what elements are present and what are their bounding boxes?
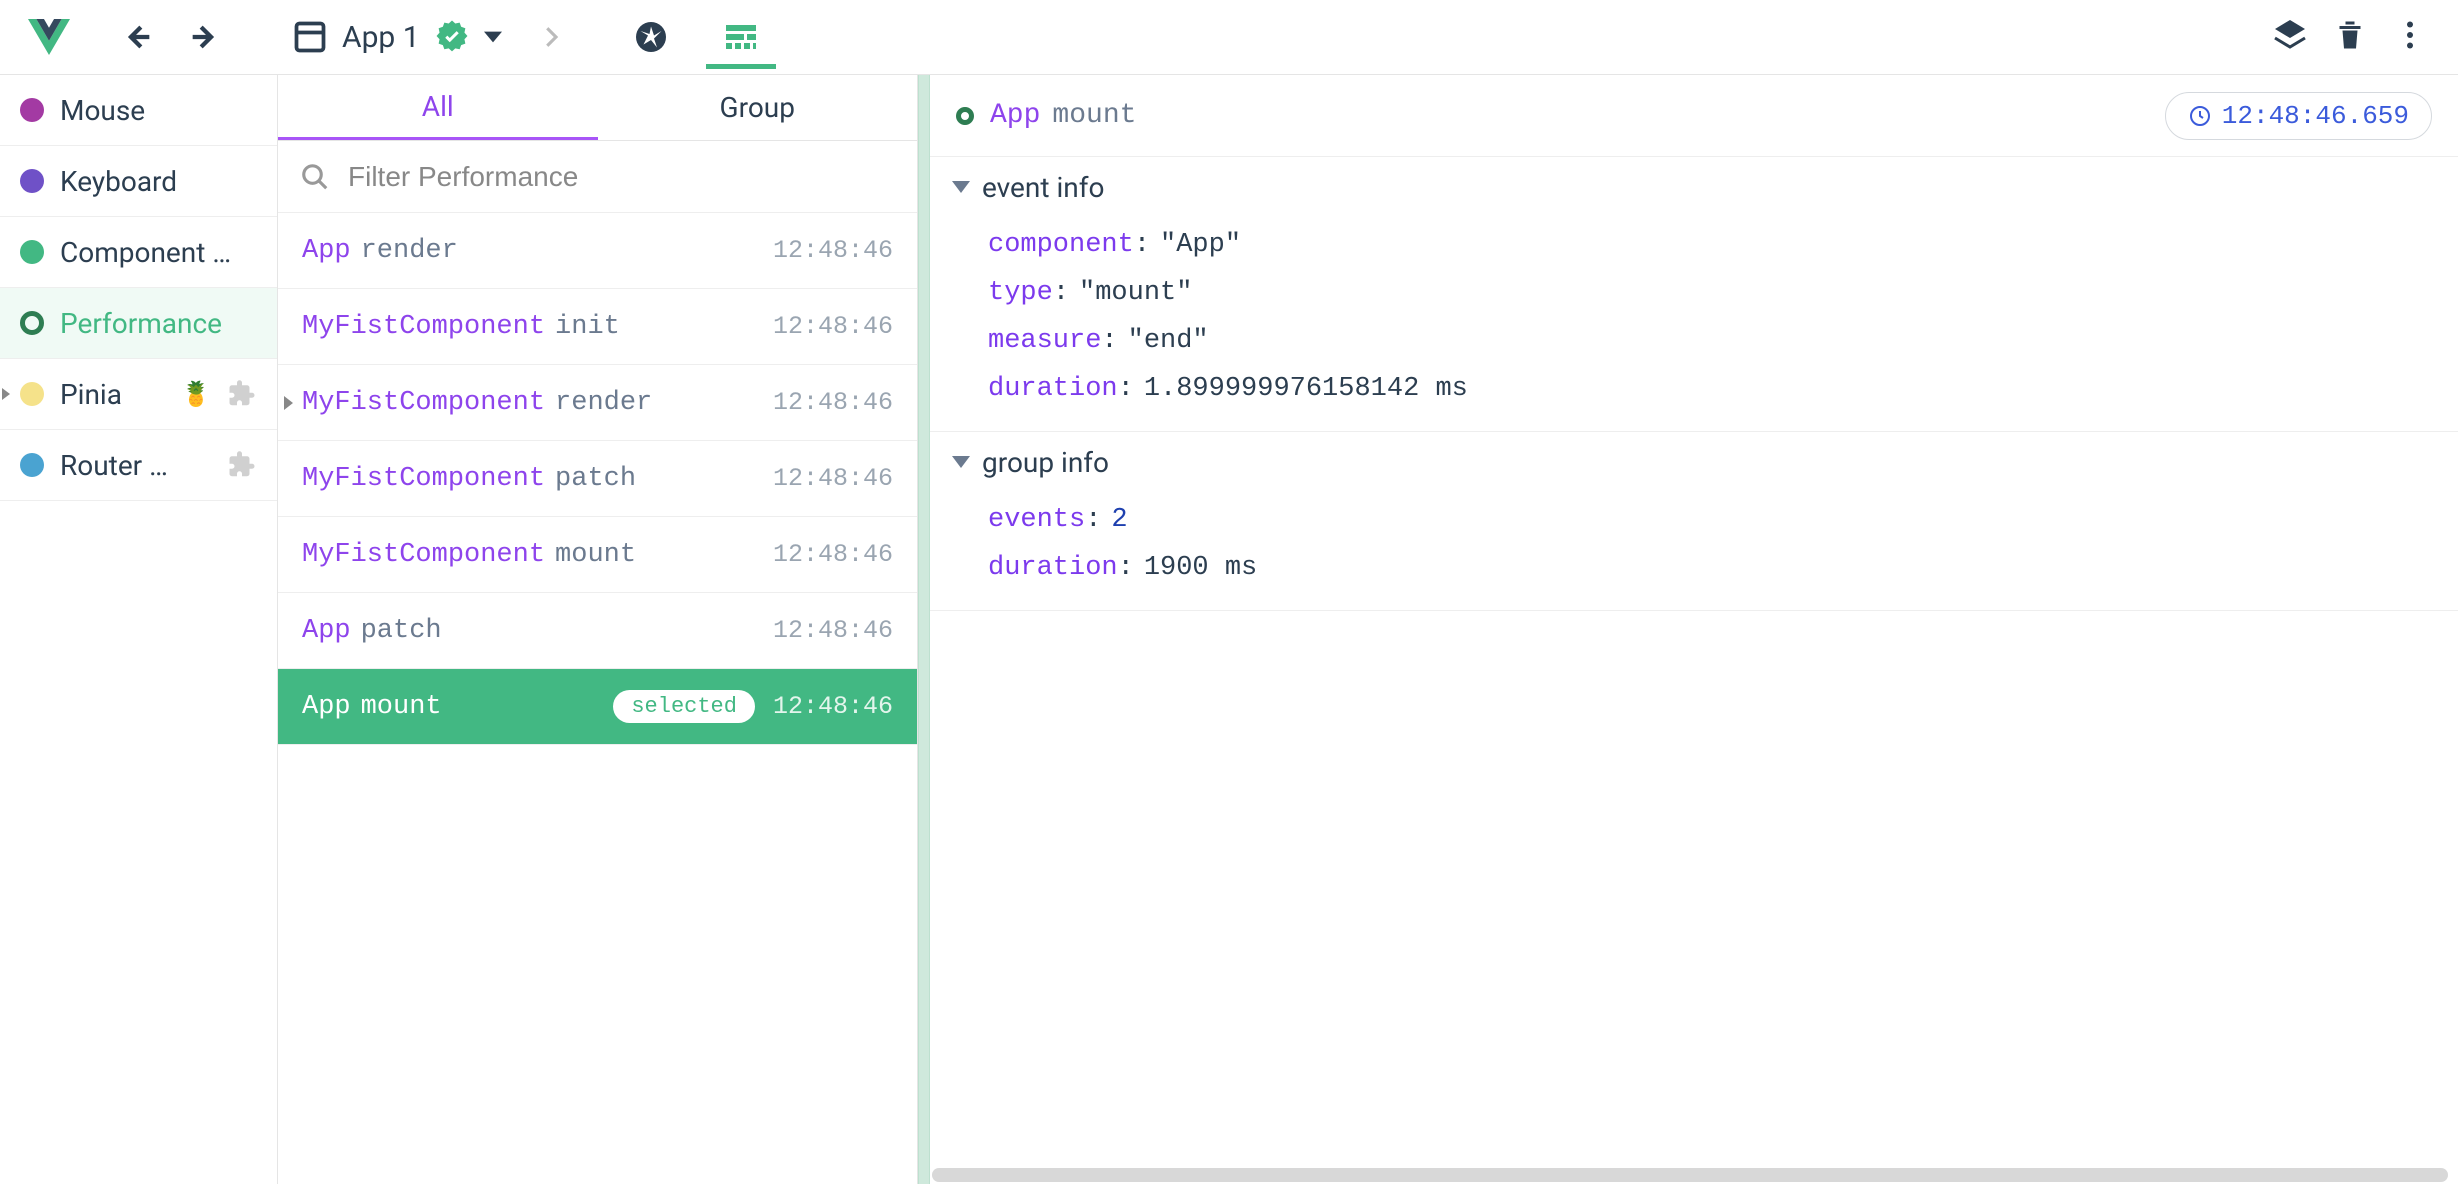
event-row[interactable]: Apppatch 12:48:46 [278, 593, 917, 669]
section-header[interactable]: group info [930, 432, 2458, 492]
pinia-emoji-icon: 🍍 [181, 380, 211, 408]
event-time: 12:48:46 [773, 464, 893, 493]
detail-timestamp-pill: 12:48:46.659 [2165, 92, 2432, 140]
sidebar-item[interactable]: Mouse [0, 75, 277, 146]
plugin-puzzle-icon [227, 450, 257, 480]
main-area: Mouse Keyboard Component … Performance Pinia… [0, 75, 2458, 1184]
event-type-dot-icon [956, 107, 974, 125]
search-icon [300, 162, 330, 192]
sidebar-item[interactable]: Component … [0, 217, 277, 288]
view-tabs [616, 5, 776, 69]
layer-dot-icon [20, 169, 44, 193]
kv-row: duration:1.899999976158142 ms [988, 365, 2458, 413]
sidebar-item-label: Performance [60, 307, 257, 340]
splitter[interactable] [918, 75, 930, 1184]
event-time: 12:48:46 [773, 616, 893, 645]
layer-ring-icon [20, 311, 44, 335]
event-time: 12:48:46 [773, 236, 893, 265]
top-toolbar: App 1 [0, 0, 2458, 75]
event-title: Apprender [302, 236, 765, 266]
event-row[interactable]: MyFistComponentmount 12:48:46 [278, 517, 917, 593]
detail-title-action: mount [1052, 100, 1136, 131]
plugin-puzzle-icon [227, 379, 257, 409]
nav-forward-button[interactable] [176, 9, 232, 65]
section-body: component:"App"type:"mount"measure:"end"… [930, 217, 2458, 431]
layer-dot-icon [20, 240, 44, 264]
layer-dot-icon [20, 453, 44, 477]
detail-timestamp: 12:48:46.659 [2222, 101, 2409, 131]
more-menu-button[interactable] [2392, 17, 2428, 57]
kv-row: type:"mount" [988, 269, 2458, 317]
layer-dot-icon [20, 98, 44, 122]
sidebar-item-label: Router … [60, 449, 211, 482]
subtab-all[interactable]: All [278, 75, 598, 140]
event-time: 12:48:46 [773, 692, 893, 721]
sidebar-item[interactable]: Performance [0, 288, 277, 359]
verified-badge-icon [434, 19, 470, 55]
filter-input[interactable] [348, 161, 895, 193]
event-title: MyFistComponentmount [302, 540, 765, 570]
event-title: Apppatch [302, 616, 765, 646]
event-row[interactable]: Apprender 12:48:46 [278, 213, 917, 289]
nav-back-button[interactable] [110, 9, 166, 65]
vue-logo-icon [28, 16, 70, 58]
event-title: MyFistComponentpatch [302, 464, 765, 494]
event-row[interactable]: MyFistComponentrender 12:48:46 [278, 365, 917, 441]
detail-panel: App mount 12:48:46.659 event info compone… [930, 75, 2458, 1184]
event-list: Apprender 12:48:46 MyFistComponentinit 12:4… [278, 213, 917, 1184]
expand-caret-icon [284, 396, 293, 410]
section-title: group info [982, 446, 1109, 479]
expand-caret-icon [2, 388, 10, 400]
sidebar-item-label: Mouse [60, 94, 257, 127]
app-frame-icon [292, 19, 328, 55]
sidebar: Mouse Keyboard Component … Performance Pinia… [0, 75, 278, 1184]
event-row[interactable]: MyFistComponentpatch 12:48:46 [278, 441, 917, 517]
sidebar-item-label: Keyboard [60, 165, 257, 198]
event-subtabs: All Group [278, 75, 917, 141]
detail-header: App mount 12:48:46.659 [930, 75, 2458, 157]
section-body: events:2duration:1900 ms [930, 492, 2458, 610]
event-time: 12:48:46 [773, 312, 893, 341]
sidebar-item[interactable]: Keyboard [0, 146, 277, 217]
kv-row: duration:1900 ms [988, 544, 2458, 592]
event-time: 12:48:46 [773, 388, 893, 417]
kv-row: component:"App" [988, 221, 2458, 269]
sidebar-item[interactable]: Router … [0, 430, 277, 501]
events-panel: All Group Apprender12:48:46MyFistCompone… [278, 75, 918, 1184]
detail-section: event info component:"App"type:"mount"mea… [930, 157, 2458, 432]
inspector-tab[interactable] [616, 5, 686, 69]
detail-section: group info events:2duration:1900 ms [930, 432, 2458, 611]
event-time: 12:48:46 [773, 540, 893, 569]
dropdown-caret-icon[interactable] [484, 28, 502, 46]
section-header[interactable]: event info [930, 157, 2458, 217]
filter-row [278, 141, 917, 213]
layer-dot-icon [20, 382, 44, 406]
event-title: MyFistComponentinit [302, 312, 765, 342]
event-title: MyFistComponentrender [302, 388, 765, 418]
app-name: App 1 [342, 20, 420, 55]
detail-title: App mount [990, 100, 1136, 131]
kv-row: events:2 [988, 496, 2458, 544]
app-selector[interactable]: App 1 [282, 19, 576, 55]
horizontal-scrollbar[interactable] [932, 1168, 2448, 1182]
breadcrumb-chevron-icon [536, 22, 566, 52]
sidebar-item-label: Pinia [60, 378, 165, 411]
event-row[interactable]: Appmount selected 12:48:46 [278, 669, 917, 745]
kv-row: measure:"end" [988, 317, 2458, 365]
sidebar-item-label: Component … [60, 236, 257, 269]
section-title: event info [982, 171, 1104, 204]
collapse-caret-icon [952, 181, 970, 193]
event-row[interactable]: MyFistComponentinit 12:48:46 [278, 289, 917, 365]
event-title: Appmount [302, 692, 605, 722]
layers-button[interactable] [2272, 17, 2308, 57]
timeline-tab[interactable] [706, 5, 776, 69]
sidebar-item[interactable]: Pinia 🍍 [0, 359, 277, 430]
toolbar-right [2272, 17, 2428, 57]
subtab-group[interactable]: Group [598, 75, 918, 140]
collapse-caret-icon [952, 456, 970, 468]
clear-button[interactable] [2332, 17, 2368, 57]
clock-icon [2188, 104, 2212, 128]
detail-title-component: App [990, 100, 1040, 131]
selected-badge: selected [613, 690, 755, 723]
